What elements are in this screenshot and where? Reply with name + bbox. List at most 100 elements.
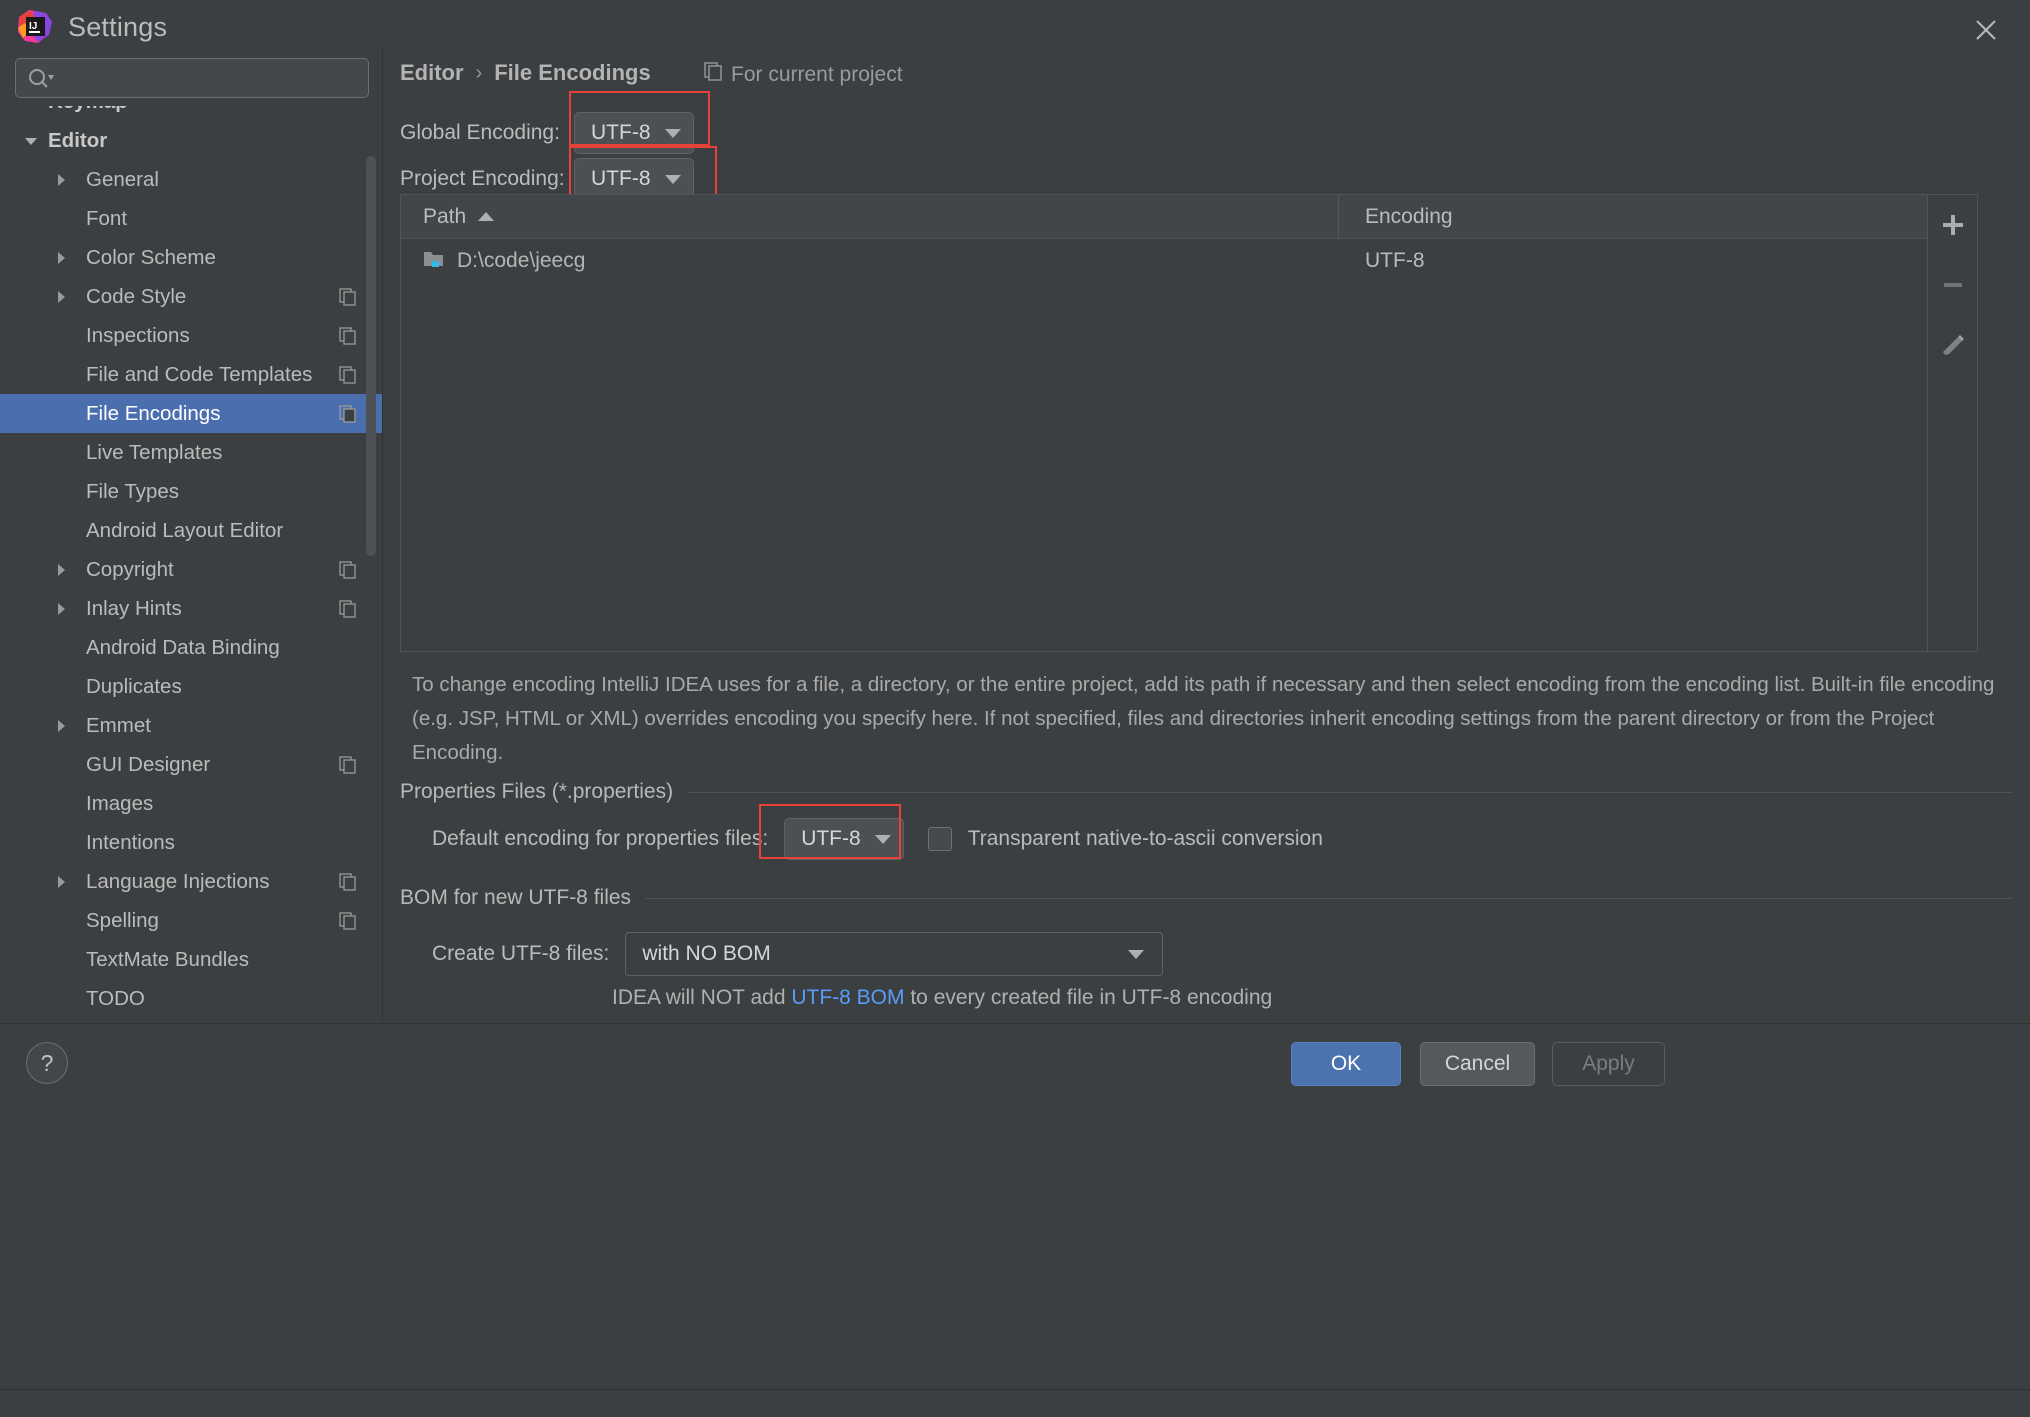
copy-settings-icon[interactable] bbox=[339, 561, 357, 579]
default-properties-encoding-row: Default encoding for properties files: U… bbox=[432, 818, 1323, 860]
chevron-right-icon[interactable] bbox=[50, 706, 72, 745]
cancel-button[interactable]: Cancel bbox=[1420, 1042, 1535, 1086]
chevron-right-icon[interactable] bbox=[50, 589, 72, 628]
sidebar-item-gui-designer[interactable]: GUI Designer bbox=[0, 745, 383, 784]
sidebar-item-todo[interactable]: TODO bbox=[0, 979, 383, 1018]
breadcrumb: Editor › File Encodings bbox=[400, 60, 651, 86]
sidebar-item-intentions[interactable]: Intentions bbox=[0, 823, 383, 862]
transparent-native-to-ascii-checkbox[interactable] bbox=[928, 827, 952, 851]
sidebar-item-color-scheme[interactable]: Color Scheme bbox=[0, 238, 383, 277]
sidebar-item-inspections[interactable]: Inspections bbox=[0, 316, 383, 355]
table-cell-encoding: UTF-8 bbox=[1339, 249, 1927, 273]
column-header-path[interactable]: Path bbox=[401, 195, 1339, 238]
help-button[interactable]: ? bbox=[26, 1042, 68, 1084]
remove-path-button[interactable] bbox=[1931, 263, 1975, 307]
chevron-right-icon[interactable] bbox=[50, 862, 72, 901]
sidebar-item-language-injections[interactable]: Language Injections bbox=[0, 862, 383, 901]
sidebar-item-keymap[interactable]: Keymap bbox=[0, 106, 383, 121]
copy-settings-icon[interactable] bbox=[339, 405, 357, 423]
section-divider bbox=[645, 898, 2012, 899]
sidebar-item-label: Android Layout Editor bbox=[86, 519, 283, 543]
ok-button[interactable]: OK bbox=[1291, 1042, 1401, 1086]
chevron-right-icon[interactable] bbox=[50, 160, 72, 199]
sidebar-item-inlay-hints[interactable]: Inlay Hints bbox=[0, 589, 383, 628]
sidebar-item-label: Code Style bbox=[86, 285, 186, 309]
chevron-right-icon[interactable] bbox=[50, 550, 72, 589]
chevron-down-icon[interactable] bbox=[20, 121, 42, 160]
svg-text:IJ: IJ bbox=[29, 21, 37, 32]
copy-settings-icon[interactable] bbox=[339, 366, 357, 384]
column-header-encoding-label: Encoding bbox=[1365, 205, 1453, 229]
sidebar-item-label: Emmet bbox=[86, 714, 151, 738]
sidebar-item-label: Images bbox=[86, 792, 153, 816]
search-container bbox=[15, 58, 369, 98]
sidebar-item-label: TODO bbox=[86, 987, 145, 1011]
sidebar-item-images[interactable]: Images bbox=[0, 784, 383, 823]
default-properties-encoding-label: Default encoding for properties files: bbox=[432, 827, 768, 851]
copy-settings-icon[interactable] bbox=[339, 288, 357, 306]
for-current-project-label: For current project bbox=[704, 62, 903, 87]
chevron-right-icon[interactable] bbox=[50, 277, 72, 316]
global-encoding-value: UTF-8 bbox=[591, 121, 651, 145]
copy-settings-icon[interactable] bbox=[339, 327, 357, 345]
sidebar-item-label: Copyright bbox=[86, 558, 174, 582]
properties-files-section-header: Properties Files (*.properties) bbox=[400, 780, 2012, 804]
bom-note-link[interactable]: UTF-8 BOM bbox=[791, 986, 904, 1009]
breadcrumb-separator-icon: › bbox=[476, 62, 483, 85]
copy-settings-icon[interactable] bbox=[339, 912, 357, 930]
add-path-button[interactable] bbox=[1931, 203, 1975, 247]
sidebar-item-file-types[interactable]: File Types bbox=[0, 472, 383, 511]
sidebar-item-file-and-code-templates[interactable]: File and Code Templates bbox=[0, 355, 383, 394]
chevron-down-icon bbox=[1128, 950, 1144, 959]
sidebar-item-label: File Encodings bbox=[86, 402, 220, 426]
copy-settings-icon[interactable] bbox=[339, 873, 357, 891]
settings-dialog: IJ Settings bbox=[0, 0, 2030, 1417]
sidebar-item-label: GUI Designer bbox=[86, 753, 210, 777]
global-encoding-dropdown[interactable]: UTF-8 bbox=[574, 112, 694, 154]
sidebar-item-live-templates[interactable]: Live Templates bbox=[0, 433, 383, 472]
sidebar-item-label: Language Injections bbox=[86, 870, 270, 894]
sidebar-item-spelling[interactable]: Spelling bbox=[0, 901, 383, 940]
sidebar-item-file-encodings[interactable]: File Encodings bbox=[0, 394, 383, 433]
sidebar-item-copyright[interactable]: Copyright bbox=[0, 550, 383, 589]
bom-note: IDEA will NOT add UTF-8 BOM to every cre… bbox=[612, 986, 1272, 1010]
sidebar-item-textmate-bundles[interactable]: TextMate Bundles bbox=[0, 940, 383, 979]
sidebar-item-font[interactable]: Font bbox=[0, 199, 383, 238]
sidebar-item-emmet[interactable]: Emmet bbox=[0, 706, 383, 745]
sidebar-item-android-data-binding[interactable]: Android Data Binding bbox=[0, 628, 383, 667]
column-header-encoding[interactable]: Encoding bbox=[1339, 195, 1927, 238]
sidebar-item-label: Editor bbox=[48, 129, 107, 153]
dialog-footer: ? OK Cancel Apply bbox=[0, 1023, 2030, 1405]
sidebar-item-android-layout-editor[interactable]: Android Layout Editor bbox=[0, 511, 383, 550]
bom-section-header: BOM for new UTF-8 files bbox=[400, 886, 2012, 910]
sidebar-scrollbar-track[interactable] bbox=[369, 114, 379, 1014]
search-input[interactable] bbox=[62, 59, 362, 97]
settings-sidebar: Keymap Editor GeneralFontColor Scheme Code … bbox=[0, 46, 383, 1022]
default-properties-encoding-dropdown[interactable]: UTF-8 bbox=[784, 818, 904, 860]
breadcrumb-parent[interactable]: Editor bbox=[400, 60, 464, 86]
sidebar-item-label: File Types bbox=[86, 480, 179, 504]
sidebar-scrollbar-thumb[interactable] bbox=[366, 156, 376, 556]
sidebar-item-label: Duplicates bbox=[86, 675, 182, 699]
table-header: Path Encoding bbox=[401, 195, 1927, 239]
for-current-project-text: For current project bbox=[731, 63, 903, 87]
create-utf8-files-value: with NO BOM bbox=[642, 942, 770, 966]
sidebar-item-code-style[interactable]: Code Style bbox=[0, 277, 383, 316]
chevron-right-icon[interactable] bbox=[50, 238, 72, 277]
create-utf8-files-label: Create UTF-8 files: bbox=[432, 942, 609, 966]
file-encodings-panel: Editor › File Encodings For current proj… bbox=[384, 46, 2030, 1022]
sidebar-item-label: Android Data Binding bbox=[86, 636, 280, 660]
table-row[interactable]: D:\code\jeecg UTF-8 bbox=[401, 239, 1927, 283]
copy-settings-icon[interactable] bbox=[339, 600, 357, 618]
apply-button: Apply bbox=[1552, 1042, 1665, 1086]
sidebar-item-duplicates[interactable]: Duplicates bbox=[0, 667, 383, 706]
table-cell-path: D:\code\jeecg bbox=[401, 249, 1339, 274]
sidebar-item-label: Inlay Hints bbox=[86, 597, 182, 621]
sidebar-item-general[interactable]: General bbox=[0, 160, 383, 199]
sidebar-item-label: Live Templates bbox=[86, 441, 222, 465]
sidebar-item-editor[interactable]: Editor bbox=[0, 121, 383, 160]
copy-settings-icon[interactable] bbox=[339, 756, 357, 774]
search-box[interactable] bbox=[15, 58, 369, 98]
create-utf8-files-dropdown[interactable]: with NO BOM bbox=[625, 932, 1163, 976]
edit-path-button[interactable] bbox=[1931, 323, 1975, 367]
